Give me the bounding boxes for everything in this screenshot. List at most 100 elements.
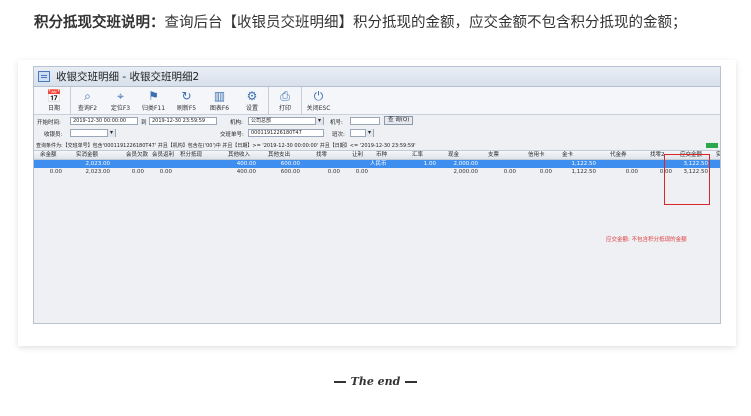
table-cell: 2,000.00 [453, 169, 479, 175]
column-header[interactable]: 信用卡 [528, 151, 545, 160]
calendar-icon: 📅 [46, 89, 62, 103]
table-cell: 0.00 [503, 169, 516, 175]
table-cell: 400.00 [236, 161, 256, 167]
search-icon: ⌕ [84, 89, 91, 103]
toolbar-label: 归类F11 [141, 105, 166, 112]
column-header[interactable]: 让利 [352, 151, 363, 160]
to-label: 到 [141, 120, 147, 126]
shift-no-label: 交班单号: [220, 132, 244, 138]
toolbar-label: 打印 [278, 105, 291, 112]
table-cell: 0.00 [625, 169, 638, 175]
cashier-shift-window: 收银交班明细 - 收银交班明细2 📅 日期 ⌕ 查询F2 ⌖ 定位F3 ⚑ 归类F11 ↻ 刷新F… [33, 66, 721, 324]
column-header[interactable]: 现金 [448, 151, 459, 160]
toolbar-button-gear[interactable]: ⚙ 设置 [236, 87, 269, 115]
table-cell: 600.00 [280, 169, 300, 175]
toolbar-button-calendar[interactable]: 📅 日期 [38, 87, 71, 115]
highlight-box [664, 154, 710, 205]
org-label: 机构: [230, 120, 243, 126]
start-time-label: 开始时间: [37, 120, 61, 126]
toolbar-button-search[interactable]: ⌕ 查询F2 [71, 87, 104, 115]
column-header[interactable]: 支票 [488, 151, 499, 160]
column-header[interactable]: 金卡 [562, 151, 573, 160]
start-time-input[interactable]: 2019-12-30 00:00:00 [70, 117, 138, 125]
table-row[interactable]: 2,023.00 400.00 600.00 人民币 1.00 2,000.00 1,122… [34, 160, 720, 168]
table-cell: 2,023.00 [85, 161, 111, 167]
right-dash [405, 381, 418, 383]
column-header[interactable]: 余金额 [40, 151, 57, 160]
toolbar-label: 定位F3 [110, 105, 131, 112]
toolbar-button-flag[interactable]: ⚑ 归类F11 [137, 87, 170, 115]
grid-header: 余金额 实消金额 会员欠款 会员返利 积分抵现 其他收入 其他支出 找零 让利 币种 汇率 现金 支票 信… [34, 150, 720, 160]
column-header[interactable]: 币种 [376, 151, 387, 160]
cashier-select[interactable] [70, 129, 116, 137]
query-button[interactable]: 查 询(Q) [384, 116, 414, 125]
end-time-input[interactable]: 2019-12-30 23:59:59 [149, 117, 217, 125]
toolbar-label: 刷新F5 [176, 105, 197, 112]
annotation-text: 应交金额: 不包含积分抵现的金额 [606, 237, 687, 243]
condition-text: 查询条件为:【交班单号】包含'0001191226180T47' 并且【机构】包… [36, 143, 416, 149]
table-cell: 2,000.00 [453, 161, 479, 167]
toolbar-button-chart[interactable]: ▥ 图表F6 [203, 87, 236, 115]
column-header[interactable]: 代金券 [610, 151, 627, 160]
shift-label: 班次: [332, 132, 345, 138]
toolbar-label: 关闭ESC [306, 105, 331, 112]
window-title: 收银交班明细 - 收银交班明细2 [56, 71, 200, 83]
table-cell: 1,122.50 [571, 169, 597, 175]
toolbar-button-print[interactable]: ⎙ 打印 [269, 87, 302, 115]
shift-select[interactable] [350, 129, 374, 137]
table-cell: 0.00 [131, 169, 144, 175]
intro-paragraph: 积分抵现交班说明：查询后台【收银员交班明细】积分抵现的金额，应交金额不包含积分抵… [34, 10, 724, 36]
org-select[interactable]: 公司总部 [248, 117, 324, 125]
table-cell: 600.00 [280, 161, 300, 167]
column-header[interactable]: 实交金 [716, 151, 720, 160]
toolbar: 📅 日期 ⌕ 查询F2 ⌖ 定位F3 ⚑ 归类F11 ↻ 刷新F5 ▥ 图表F6 ⚙ 设置 ⎙ 打印 ⏻ 关闭ES… [34, 87, 720, 115]
column-header[interactable]: 找零 [316, 151, 327, 160]
table-cell: 1,122.50 [571, 161, 597, 167]
toolbar-button-refresh[interactable]: ↻ 刷新F5 [170, 87, 203, 115]
column-header[interactable]: 其他支出 [268, 151, 290, 160]
table-cell: 1.00 [423, 161, 436, 167]
location-icon: ⌖ [117, 89, 124, 103]
column-header[interactable]: 找零2 [650, 151, 665, 160]
column-header[interactable]: 会员欠款 [126, 151, 148, 160]
table-cell: 人民币 [370, 161, 387, 167]
toolbar-button-power[interactable]: ⏻ 关闭ESC [302, 87, 335, 115]
column-header[interactable]: 实消金额 [76, 151, 98, 160]
power-icon: ⏻ [313, 89, 324, 103]
table-cell: 0.00 [159, 169, 172, 175]
print-icon: ⎙ [280, 89, 290, 103]
machine-label: 机号: [330, 120, 343, 126]
table-cell: 0.00 [355, 169, 368, 175]
filter-panel: 开始时间: 2019-12-30 00:00:00 到 2019-12-30 2… [34, 115, 720, 142]
shift-no-input[interactable]: 000119122618​0T47 [248, 129, 324, 137]
column-header[interactable]: 会员返利 [152, 151, 174, 160]
table-cell: 400.00 [236, 169, 256, 175]
flag-icon: ⚑ [148, 89, 159, 103]
column-header[interactable]: 积分抵现 [180, 151, 202, 160]
screenshot-card: 收银交班明细 - 收银交班明细2 📅 日期 ⌕ 查询F2 ⌖ 定位F3 ⚑ 归类F11 ↻ 刷新F… [18, 60, 736, 346]
toolbar-label: 日期 [47, 105, 60, 112]
table-cell: 0.00 [539, 169, 552, 175]
refresh-icon: ↻ [181, 89, 192, 103]
cashier-label: 收银员: [44, 132, 63, 138]
table-cell: 2,023.00 [85, 169, 111, 175]
the-end-text: The end [350, 375, 401, 388]
app-window-icon [38, 71, 50, 82]
gear-icon: ⚙ [246, 89, 258, 103]
intro-bold-label: 积分抵现交班说明： [34, 15, 165, 31]
window-titlebar: 收银交班明细 - 收银交班明细2 [34, 67, 720, 87]
chart-icon: ▥ [213, 89, 226, 103]
column-header[interactable]: 汇率 [412, 151, 423, 160]
toolbar-label: 图表F6 [209, 105, 230, 112]
table-cell: 0.00 [49, 169, 62, 175]
column-header[interactable]: 其他收入 [228, 151, 250, 160]
machine-input[interactable] [350, 117, 380, 125]
status-indicator [706, 143, 718, 148]
table-row[interactable]: 0.00 2,023.00 0.00 0.00 400.00 600.00 0.00 0.00… [34, 168, 720, 176]
toolbar-label: 设置 [245, 105, 258, 112]
toolbar-label: 查询F2 [77, 105, 98, 112]
table-cell: 0.00 [327, 169, 340, 175]
intro-text: 查询后台【收银员交班明细】积分抵现的金额，应交金额不包含积分抵现的金额； [164, 15, 687, 31]
toolbar-button-location[interactable]: ⌖ 定位F3 [104, 87, 137, 115]
left-dash [333, 381, 346, 383]
